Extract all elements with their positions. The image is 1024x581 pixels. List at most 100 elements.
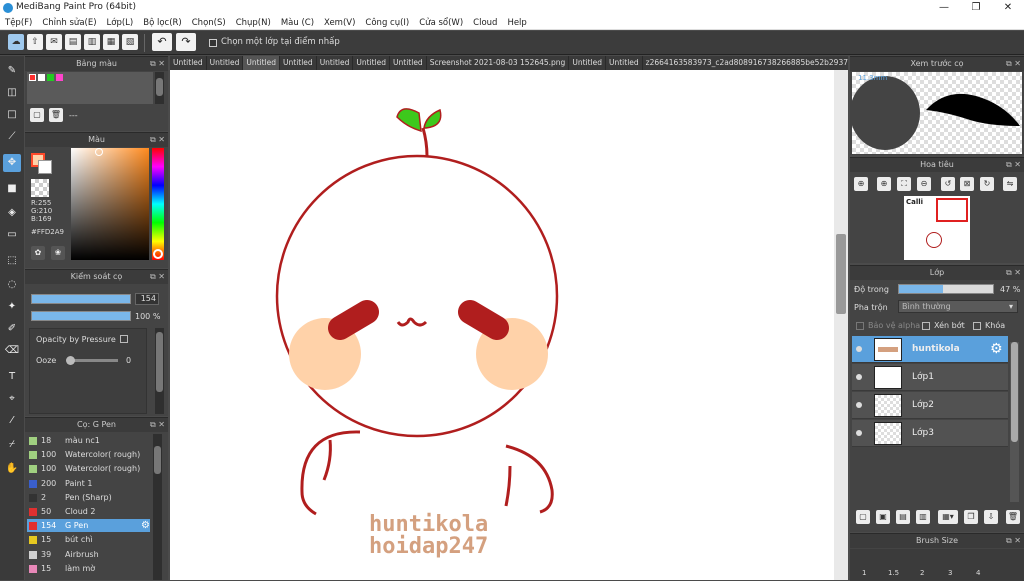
transparent-color-swatch[interactable] bbox=[31, 179, 49, 197]
brush-tool-icon[interactable]: ✎ bbox=[3, 62, 21, 80]
visibility-eye-icon[interactable] bbox=[856, 374, 862, 380]
document-tab[interactable]: Untitled bbox=[606, 56, 643, 70]
brush-size-value[interactable]: 154 bbox=[135, 293, 159, 305]
ooze-slider[interactable] bbox=[66, 356, 118, 365]
layer-row[interactable]: Lớp2 bbox=[852, 392, 1008, 419]
document-tab[interactable]: Screenshot 2021-08-03 152645.png bbox=[427, 56, 570, 70]
document-tab[interactable]: Untitled bbox=[353, 56, 391, 70]
panel-controls-icon[interactable]: ⧉ ✕ bbox=[1006, 158, 1021, 172]
brush-list-item[interactable]: 18 màu nc1 bbox=[27, 434, 150, 447]
copy-layer-icon[interactable]: ❐ bbox=[964, 510, 978, 524]
bucket-tool-icon[interactable]: ◈ bbox=[3, 204, 21, 222]
text-tool-icon[interactable]: T bbox=[3, 368, 21, 386]
gradient-tool-icon[interactable]: ▭ bbox=[3, 226, 21, 244]
panel-controls-icon[interactable]: ⧉ ✕ bbox=[150, 57, 165, 71]
close-button[interactable]: ✕ bbox=[992, 0, 1024, 16]
menu-help[interactable]: Help bbox=[502, 16, 531, 30]
zoom-in-alt-icon[interactable]: ⊕ bbox=[877, 177, 891, 191]
brush-control-scrollbar[interactable] bbox=[155, 328, 164, 414]
layer-opacity-slider[interactable] bbox=[898, 284, 994, 294]
menu-view[interactable]: Xem(V) bbox=[319, 16, 360, 30]
hue-slider-handle[interactable] bbox=[153, 249, 163, 259]
brush-size-preset[interactable]: 2 bbox=[920, 569, 924, 577]
brush-list-item[interactable]: 100 Watercolor( rough) bbox=[27, 462, 150, 475]
palette-scrollbar[interactable] bbox=[155, 72, 164, 104]
palette-swatch-white[interactable] bbox=[38, 74, 45, 81]
brush-list-item[interactable]: 50 Cloud 2 bbox=[27, 505, 150, 518]
canvas-area[interactable]: Untitled Untitled Untitled Untitled Untitled… bbox=[170, 56, 848, 580]
saturation-value-picker[interactable] bbox=[71, 148, 149, 260]
operation-tool-icon[interactable]: ⌖ bbox=[3, 390, 21, 408]
rectangle-tool-icon[interactable]: □ bbox=[3, 106, 21, 124]
menu-file[interactable]: Tệp(F) bbox=[0, 16, 37, 30]
menu-capture[interactable]: Chụp(N) bbox=[231, 16, 276, 30]
protect-alpha-checkbox[interactable] bbox=[856, 322, 864, 330]
visibility-eye-icon[interactable] bbox=[856, 402, 862, 408]
maximize-button[interactable]: ❐ bbox=[960, 0, 992, 16]
layer-settings-gear-icon[interactable]: ⚙ bbox=[990, 341, 1003, 357]
navigator-viewport-frame[interactable] bbox=[936, 198, 968, 222]
undo-button[interactable]: ↶ bbox=[152, 33, 172, 51]
menu-filter[interactable]: Bộ lọc(R) bbox=[138, 16, 187, 30]
layer-row[interactable]: Lớp1 bbox=[852, 364, 1008, 391]
opacity-pressure-checkbox[interactable] bbox=[120, 335, 128, 343]
select-pen-icon[interactable]: ✐ bbox=[3, 320, 21, 338]
panel-controls-icon[interactable]: ⧉ ✕ bbox=[150, 133, 165, 147]
layer-row[interactable]: huntikola ⚙ bbox=[852, 336, 1008, 363]
new-page-icon[interactable]: ▢ bbox=[30, 108, 44, 122]
panel-controls-icon[interactable]: ⧉ ✕ bbox=[1006, 266, 1021, 280]
menu-color[interactable]: Màu (C) bbox=[276, 16, 319, 30]
palette-swatch-pink[interactable] bbox=[56, 74, 63, 81]
brush-list-item[interactable]: 39 Airbrush bbox=[27, 548, 150, 561]
brush-size-preset[interactable]: 3 bbox=[948, 569, 952, 577]
document-icon[interactable]: ▥ bbox=[84, 34, 100, 50]
brush-list-item[interactable]: 100 Watercolor( rough) bbox=[27, 448, 150, 461]
rotate-left-icon[interactable]: ↺ bbox=[941, 177, 955, 191]
layer-list-scrollbar[interactable] bbox=[1010, 342, 1019, 502]
zoom-in-icon[interactable]: ⊕ bbox=[854, 177, 868, 191]
palette-swatch-red[interactable] bbox=[29, 74, 36, 81]
divide-tool-icon[interactable]: ⁄ bbox=[3, 412, 21, 430]
document-tab[interactable]: Untitled bbox=[390, 56, 427, 70]
merge-layer-icon[interactable]: ⇩ bbox=[984, 510, 998, 524]
new-8bit-layer-icon[interactable]: ▤ bbox=[896, 510, 910, 524]
brush-size-slider[interactable] bbox=[31, 294, 131, 304]
canvas-scroll-thumb[interactable] bbox=[836, 234, 846, 314]
brush-size-preset[interactable]: 4 bbox=[976, 569, 980, 577]
visibility-eye-icon[interactable] bbox=[856, 346, 862, 352]
document-tab[interactable]: Untitled bbox=[280, 56, 317, 70]
select-layer-checkbox[interactable] bbox=[209, 39, 217, 47]
clip-checkbox[interactable] bbox=[922, 322, 930, 330]
line-tool-icon[interactable]: ⟋ bbox=[3, 128, 21, 146]
sub-color-swatch[interactable] bbox=[38, 160, 52, 174]
layer-row[interactable]: Lớp3 bbox=[852, 420, 1008, 447]
hand-tool-icon[interactable]: ✋ bbox=[3, 460, 21, 478]
brush-list-item[interactable]: 200 Paint 1 bbox=[27, 477, 150, 490]
new-1bit-layer-icon[interactable]: ▥ bbox=[916, 510, 930, 524]
redo-button[interactable]: ↷ bbox=[176, 33, 196, 51]
delete-layer-trash-icon[interactable]: 🗑 bbox=[1006, 510, 1020, 524]
grid-icon[interactable]: ▦ bbox=[103, 34, 119, 50]
select-tool-icon[interactable]: ⬚ bbox=[3, 252, 21, 270]
share-icon[interactable]: ⇧ bbox=[27, 34, 43, 50]
brush-size-preset[interactable]: 1 bbox=[862, 569, 866, 577]
panel-controls-icon[interactable]: ⧉ ✕ bbox=[1006, 57, 1021, 71]
eyedropper-tool-icon[interactable]: ⌿ bbox=[3, 436, 21, 454]
document-tab[interactable]: Untitled bbox=[569, 56, 606, 70]
brush-list-scrollbar[interactable] bbox=[153, 434, 162, 580]
reset-view-icon[interactable]: ⊠ bbox=[960, 177, 974, 191]
color-set-icon[interactable]: ❀ bbox=[51, 246, 65, 260]
brush-list-item[interactable]: 154 G Pen ⚙ bbox=[27, 519, 150, 533]
new-halftone-layer-icon[interactable]: ▣ bbox=[876, 510, 890, 524]
menu-layer[interactable]: Lớp(L) bbox=[102, 16, 139, 30]
fit-screen-icon[interactable]: ⛶ bbox=[897, 177, 911, 191]
panel-controls-icon[interactable]: ⧉ ✕ bbox=[150, 418, 165, 432]
add-layer-dropdown-icon[interactable]: ▦▾ bbox=[938, 510, 958, 524]
panel-controls-icon[interactable]: ⧉ ✕ bbox=[1006, 534, 1021, 548]
zoom-out-icon[interactable]: ⊖ bbox=[917, 177, 931, 191]
menu-window[interactable]: Cửa sổ(W) bbox=[414, 16, 468, 30]
layout-icon[interactable]: ▧ bbox=[122, 34, 138, 50]
drawing-canvas[interactable]: huntikola hoidap247 bbox=[170, 70, 834, 580]
document-tab[interactable]: Untitled bbox=[207, 56, 244, 70]
ooze-slider-handle[interactable] bbox=[66, 356, 75, 365]
